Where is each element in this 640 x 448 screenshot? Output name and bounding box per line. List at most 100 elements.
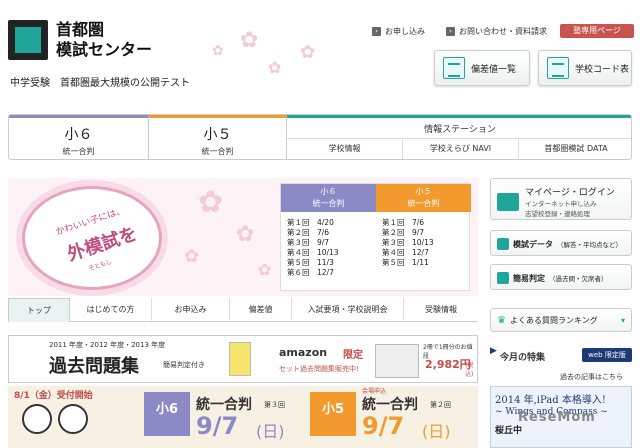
page: 首都圏 模試センター 中学受験 首都圏最大規模の公開テスト ✿ ✿ ✿ ✿ › お… <box>0 0 640 448</box>
schedule-row: 第４回 10/13 <box>287 248 339 257</box>
sho6-exam-date: 9/7 <box>196 412 239 440</box>
price: 2,982円 <box>425 358 471 371</box>
mypage-label: マイページ・ログイン <box>525 188 615 198</box>
logo-line-2: 模試センター <box>56 40 153 59</box>
info-station-title: 情報ステーション <box>287 115 631 139</box>
logo-icon[interactable] <box>8 20 48 60</box>
amazon-logo: amazon <box>279 346 328 359</box>
sub-tabs: トップ はじめての方 お申込み 偏差値 入試要項・学校説明会 受験情報 <box>8 298 478 322</box>
faq-ranking-label: よくある質問ランキング <box>509 316 598 325</box>
past-exam-years: 2011 年度・2012 年度・2013 年度 <box>49 341 166 349</box>
schedule-row: 第３回 9/7 <box>287 238 330 247</box>
arrow-icon: › <box>372 27 381 36</box>
schedule-row: 第１回 7/6 <box>382 218 425 227</box>
triangle-icon: ▶ <box>490 346 497 356</box>
schedule-sho6-list: 第１回 4/20 第２回 7/6 第３回 9/7 第４回 10/13 第５回 1… <box>287 218 339 278</box>
sakura-icon: ✿ <box>212 43 224 59</box>
schedule-sho6-sub: 統一合判 <box>312 199 345 208</box>
sakura-icon: ✿ <box>184 246 200 267</box>
exclusive-page-button[interactable]: 塾専用ページ <box>560 24 634 38</box>
school-code-button[interactable]: 学校コード表 <box>538 50 632 86</box>
exam-open: 8/1（金）受付開始 <box>14 391 93 401</box>
mogi-data-link[interactable]: 首都圏模試 DATA <box>519 139 631 159</box>
mogi-data-button[interactable]: 模試データ （解答・平均点など） <box>490 230 632 256</box>
past-exam-note: 簡易判定付き <box>163 361 205 369</box>
past-articles-link[interactable]: 過去の記事はこちら <box>560 372 623 382</box>
ipad-line-1: 2014 年,iPad 本格導入! <box>495 395 606 406</box>
school-info-link[interactable]: 学校情報 <box>287 139 403 159</box>
simple-judge-label: 簡易判定 <box>513 273 545 283</box>
monitor-icon <box>497 192 519 211</box>
tab-sho5-sub: 統一合判 <box>201 147 234 156</box>
sho5-exam-date: 9/7 <box>362 412 405 440</box>
tab-sho5-title: 小５ <box>203 127 232 143</box>
watermark: ReseMom <box>518 410 596 425</box>
book-set-icon <box>375 344 419 378</box>
sho6-exam-round: 第３回 <box>264 401 285 409</box>
tab-sho6[interactable]: 小６ 統一合判 <box>9 115 149 159</box>
hensachi-label: 偏差値一覧 <box>471 64 517 75</box>
list-icon <box>497 238 509 250</box>
schedule-row: 第４回 12/7 <box>382 248 429 257</box>
sakura-icon: ✿ <box>268 58 282 77</box>
sakura-icon: ✿ <box>258 260 272 279</box>
apply-link[interactable]: › お申し込み <box>372 26 425 37</box>
schedule-row: 第６回 12/7 <box>287 268 334 277</box>
price-tax: (税込) <box>465 362 474 378</box>
tagline: 中学受験 首都圏最大規模の公開テスト <box>10 78 190 89</box>
contact-link-label: お問い合わせ・資料請求 <box>459 27 547 36</box>
table-icon <box>547 57 569 79</box>
tab-sho5[interactable]: 小５ 統一合判 <box>149 115 287 159</box>
tab-exam-info[interactable]: 受験情報 <box>404 298 478 322</box>
simple-judge-sub: （過去問・欠席者） <box>549 275 608 283</box>
tab-top[interactable]: トップ <box>8 298 70 322</box>
arrow-icon: › <box>446 27 455 36</box>
past-exam-title: 過去問題集 <box>49 356 139 377</box>
tab-apply[interactable]: お申込み <box>152 298 230 322</box>
child-icon <box>22 404 52 434</box>
document-icon <box>443 57 465 79</box>
web-limited-badge: web 限定版 <box>582 348 632 362</box>
faq-ranking-button[interactable]: ♛ よくある質問ランキング ▾ <box>490 308 632 332</box>
mogi-data-sub: （解答・平均点など） <box>557 241 622 249</box>
main-nav: 小６ 統一合判 小５ 統一合判 情報ステーション 学校情報 学校えらび NAVI… <box>8 114 632 160</box>
tab-admission[interactable]: 入試要項・学校説明会 <box>292 298 404 322</box>
schedule-table: 小６ 統一合判 小５ 統一合判 第１回 4/20 第２回 7/6 第３回 9/7… <box>280 183 471 291</box>
amazon-limited: 限定 <box>343 350 363 361</box>
hensachi-button[interactable]: 偏差値一覧 <box>434 50 530 86</box>
schedule-row: 第２回 9/7 <box>382 228 425 237</box>
tab-hensachi[interactable]: 偏差値 <box>230 298 292 322</box>
schedule-sho6-title: 小６ <box>320 187 337 196</box>
simple-judge-button[interactable]: 簡易判定 （過去問・欠席者） <box>490 264 632 290</box>
schedule-sho6-head: 小６ 統一合判 <box>281 184 376 212</box>
mypage-sub-1: インターネット申し込み <box>525 200 597 208</box>
schedule-row: 第３回 10/13 <box>382 238 434 247</box>
tab-sho6-title: 小６ <box>64 127 93 143</box>
child-icon <box>58 404 88 434</box>
sho6-badge-label: 小6 <box>155 402 179 417</box>
check-icon <box>497 272 509 284</box>
schedule-row: 第１回 4/20 <box>287 218 334 227</box>
contact-link[interactable]: › お問い合わせ・資料請求 <box>446 26 547 37</box>
chevron-down-icon: ▾ <box>620 316 625 325</box>
logo-text[interactable]: 首都圏 模試センター <box>56 20 152 60</box>
past-exam-banner[interactable]: 2011 年度・2012 年度・2013 年度 過去問題集 簡易判定付き ama… <box>8 335 478 383</box>
sho5-badge: 小5 <box>310 392 356 436</box>
mypage-login-button[interactable]: マイページ・ログイン インターネット申し込み 志望校登録・連絡処理 <box>490 178 632 220</box>
sho5-exam-day: (日) <box>422 422 451 441</box>
sho6-exam-day: (日) <box>256 422 285 441</box>
logo-line-1: 首都圏 <box>56 20 105 39</box>
schedule-row: 第５回 11/3 <box>287 258 334 267</box>
sakura-icon: ✿ <box>240 28 259 53</box>
tab-first-time[interactable]: はじめての方 <box>70 298 152 322</box>
sakura-icon: ✿ <box>198 185 224 220</box>
sho6-exam-title: 統一合判 <box>196 397 252 413</box>
sho5-exam-title: 統一合判 <box>362 397 418 413</box>
sakura-icon: ✿ <box>300 42 316 63</box>
schedule-row: 第５回 1/11 <box>382 258 429 267</box>
apply-link-label: お申し込み <box>385 27 425 36</box>
mogi-data-label: 模試データ <box>513 239 553 249</box>
exam-banner[interactable]: 8/1（金）受付開始 小6 統一合判 第３回 9/7 (日) 小5 会場申込 統… <box>8 386 478 448</box>
school-navi-link[interactable]: 学校えらび NAVI <box>403 139 519 159</box>
sho5-exam-round: 第２回 <box>430 401 451 409</box>
